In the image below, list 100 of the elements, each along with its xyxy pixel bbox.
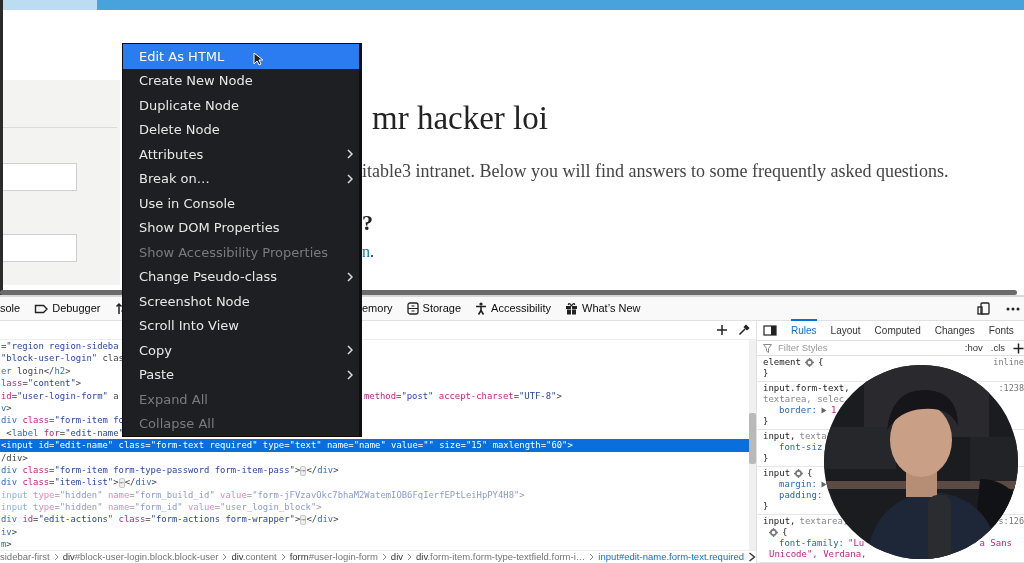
code-line[interactable]: method="post" accept-charset="UTF-8"> [363, 389, 562, 402]
css-value: a Sans [979, 537, 1012, 550]
css-selector: textarea, [799, 515, 849, 528]
panel-tab[interactable]: Fonts [988, 319, 1014, 340]
devtools-tab[interactable]: Storage [406, 300, 462, 317]
source-link[interactable]: :1238 [998, 383, 1024, 395]
add-icon[interactable] [1013, 342, 1024, 354]
menu-item[interactable]: Edit As HTML [123, 44, 359, 69]
code-line[interactable]: iv> [0, 525, 18, 539]
devtools-tab[interactable]: emory [362, 300, 393, 317]
chevron-icon [407, 553, 412, 561]
code-line[interactable]: lass="content"> [0, 377, 82, 390]
breadcrumb[interactable]: div#block-user-login.block.block-user [62, 549, 219, 563]
css-property: font-siz [779, 441, 823, 454]
chevron-icon [381, 553, 387, 561]
more-icon[interactable] [1006, 306, 1020, 311]
menu-item[interactable]: Use in Console [123, 191, 359, 216]
menu-item[interactable]: Copy [123, 338, 359, 363]
source-link[interactable]: s:126 [998, 516, 1024, 528]
responsive-icon[interactable] [977, 302, 990, 315]
panel-tab[interactable]: Changes [934, 319, 975, 340]
brace-text: } [763, 500, 769, 513]
css-selector: input [763, 467, 791, 480]
menu-item[interactable]: Paste [123, 362, 359, 387]
menu-item[interactable]: Duplicate Node [123, 93, 359, 118]
brace-text: { [807, 467, 813, 480]
menu-item[interactable]: Break on… [123, 166, 359, 191]
expand-icon[interactable] [820, 481, 827, 489]
css-selector: input.form-text, [763, 382, 850, 395]
gear-icon[interactable] [804, 358, 814, 368]
chevron-icon [222, 553, 228, 561]
section-heading: ? [362, 210, 374, 236]
brace-text: } [763, 367, 769, 380]
storage-icon [406, 302, 419, 315]
person-icon [475, 302, 488, 315]
punctuation-text: . [370, 242, 374, 262]
css-value: 1 [830, 404, 837, 417]
add-icon[interactable] [716, 324, 728, 336]
css-selector: element [763, 356, 801, 369]
code-line[interactable]: id="user-login-form" a [0, 389, 119, 402]
css-property: padding: [779, 489, 823, 502]
menu-item[interactable]: Create New Node [123, 68, 359, 93]
toggle-button[interactable]: .cls [990, 341, 1005, 356]
devtools-tab[interactable]: sole [0, 300, 21, 317]
css-property: font-family: [779, 537, 845, 550]
chevron-icon [280, 553, 286, 561]
breadcrumb[interactable]: div [390, 549, 403, 563]
menu-item[interactable]: Change Pseudo-class [123, 264, 359, 289]
code-line[interactable]: /div> [0, 451, 28, 464]
expand-icon[interactable] [820, 407, 827, 415]
css-selector: input, [763, 430, 796, 443]
input-field[interactable] [3, 163, 77, 191]
breadcrumb[interactable]: div.content [231, 549, 277, 563]
eyedropper-icon[interactable] [738, 324, 750, 336]
gear-icon[interactable] [794, 469, 804, 479]
breadcrumb[interactable]: form#user-login-form [289, 549, 378, 563]
brace-text: } [763, 415, 769, 428]
menu-item[interactable]: Screenshot Node [123, 289, 359, 314]
gift-icon [565, 302, 578, 315]
css-selector: input, [763, 515, 796, 528]
menu-item[interactable]: Show DOM Properties [123, 215, 359, 240]
breadcrumb[interactable]: div.form-item.form-type-textfield.form-i… [416, 549, 586, 563]
link[interactable]: n [362, 242, 370, 262]
css-value: Unicode", Verdana, [769, 548, 867, 561]
chevron-icon [589, 553, 595, 561]
devtools-tab[interactable]: What’s New [565, 300, 641, 317]
menu-item[interactable]: Scroll Into View [123, 313, 359, 338]
menu-item[interactable]: Attributes [123, 142, 359, 167]
css-selector: texta [799, 430, 827, 443]
filter-icon [763, 343, 772, 353]
css-selector: textarea, selec [763, 393, 845, 406]
panel-tab[interactable]: Layout [830, 319, 861, 340]
breadcrumb[interactable]: input#edit-name.form-text.required [598, 549, 745, 563]
css-property: margin: [779, 478, 817, 491]
code-line[interactable]: ="region region-sideba [0, 340, 119, 353]
debugger-icon [34, 302, 49, 315]
gear-icon[interactable] [769, 528, 778, 538]
code-line[interactable]: er login</h2> [0, 364, 71, 378]
intro-text: itable3 intranet. Below you will find answers to some frequently asked questions. [362, 160, 949, 182]
devtools-tab[interactable]: Accessibility [475, 300, 551, 317]
css-value: "Lu [848, 537, 865, 550]
brace-text: { [782, 526, 788, 539]
code-line[interactable]: v> [0, 401, 12, 415]
panel-tab[interactable]: Computed [874, 319, 921, 340]
code-line[interactable]: <label for="edit-name" [0, 426, 124, 440]
cursor-icon [253, 52, 263, 66]
input-field[interactable] [3, 234, 77, 262]
devtools-tab[interactable]: Debugger [34, 300, 101, 317]
code-line[interactable]: m> [0, 538, 12, 550]
chevron-icon[interactable] [748, 552, 757, 562]
toggle-button[interactable]: :hov [964, 341, 983, 356]
panel-icon[interactable] [763, 325, 777, 336]
brace-text: { [817, 356, 824, 369]
css-property: border: [779, 404, 817, 417]
scrollbar-thumb[interactable] [749, 413, 756, 464]
menu-item[interactable]: Delete Node [123, 117, 359, 142]
page-heading: mr hacker loi [372, 99, 549, 138]
brace-text: } [763, 452, 769, 465]
source-link[interactable]: inline [993, 357, 1024, 369]
breadcrumb[interactable]: sidebar-first [0, 549, 50, 563]
